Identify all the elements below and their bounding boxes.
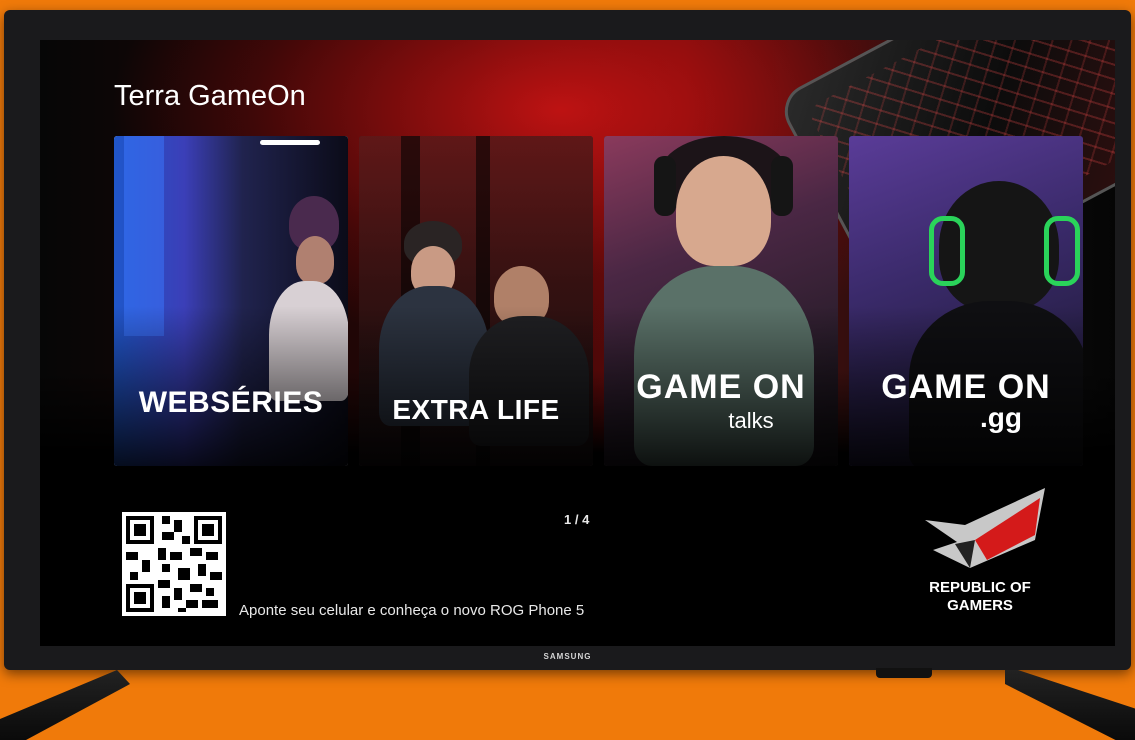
rog-logo: REPUBLIC OF GAMERS (895, 480, 1065, 620)
tv-sensor (876, 668, 932, 678)
card-label: GAME ON (636, 368, 806, 406)
page-indicator: 1 / 4 (564, 512, 590, 527)
app-title: Terra GameOn (114, 80, 306, 112)
rog-line1: REPUBLIC OF (929, 579, 1031, 596)
rog-line2: GAMERS (947, 597, 1013, 614)
headphone-icon (654, 156, 676, 216)
card-sublabel: .gg (980, 402, 1022, 433)
qr-code (122, 512, 226, 616)
person-face-shape (676, 156, 771, 266)
card-game-on-talks[interactable]: GAME ON talks (604, 136, 838, 466)
card-carousel: WEBSÉRIES EXTRA LIFE GAME ON talks GAME … (114, 136, 1084, 468)
tv-stand-left (0, 670, 130, 740)
headphone-icon (1044, 216, 1080, 286)
card-webseries[interactable]: WEBSÉRIES (114, 136, 348, 466)
qr-code-icon (122, 512, 226, 616)
headphone-icon (929, 216, 965, 286)
tv-screen: Terra GameOn WEBSÉRIES EXTRA LIFE GAME O… (40, 40, 1115, 646)
person-face-shape (296, 236, 334, 284)
tv-stand-right (1005, 670, 1135, 740)
card-sublabel: talks (728, 408, 774, 433)
tv-brand: SAMSUNG (543, 652, 592, 661)
card-game-on-gg[interactable]: GAME ON .gg (849, 136, 1083, 466)
headphone-icon (771, 156, 793, 216)
card-extra-life[interactable]: EXTRA LIFE (359, 136, 593, 466)
qr-caption: Aponte seu celular e conheça o novo ROG … (239, 602, 585, 619)
card-label: EXTRA LIFE (392, 394, 560, 425)
rog-eye-icon: REPUBLIC OF GAMERS (925, 488, 1045, 614)
card-shade (359, 306, 593, 466)
focus-indicator (260, 140, 320, 145)
card-label: WEBSÉRIES (138, 386, 324, 419)
tv-frame: Terra GameOn WEBSÉRIES EXTRA LIFE GAME O… (4, 10, 1131, 670)
